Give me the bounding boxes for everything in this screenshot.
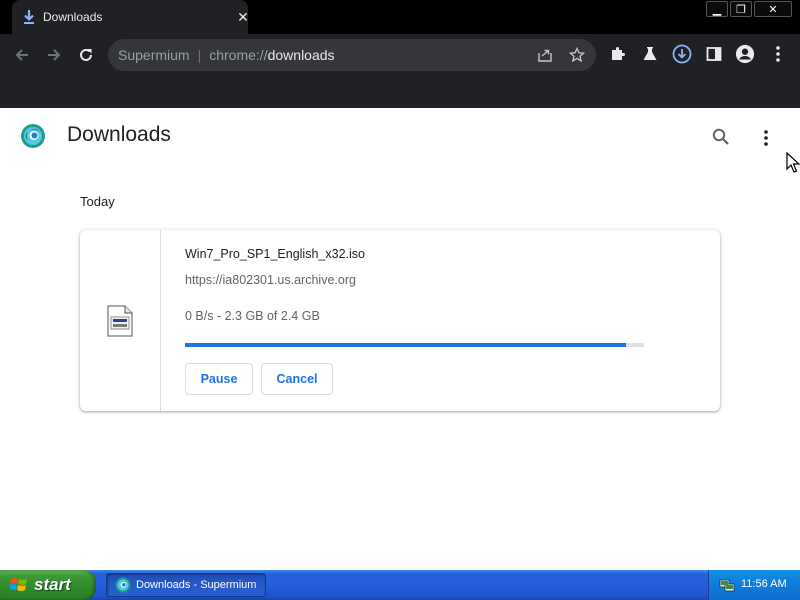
taskbar-clock[interactable]: 11:56 AM xyxy=(741,578,787,590)
taskbar: start Downloads - Supermium 11:56 AM xyxy=(0,570,800,600)
taskbar-item-label: Downloads - Supermium xyxy=(136,579,257,591)
file-source-url[interactable]: https://ia802301.us.archive.org xyxy=(185,273,356,287)
back-button[interactable] xyxy=(9,42,35,68)
bookmark-star-icon[interactable] xyxy=(569,47,585,63)
address-scheme: chrome:// xyxy=(209,47,268,63)
search-icon[interactable] xyxy=(711,127,731,147)
download-status: 0 B/s - 2.3 GB of 2.4 GB xyxy=(185,309,320,323)
file-icon-column xyxy=(80,230,161,411)
tab-close-icon[interactable]: ✕ xyxy=(236,10,250,24)
close-window-button[interactable]: ✕ xyxy=(754,1,792,17)
extensions-icon xyxy=(612,47,625,60)
downloads-icon xyxy=(672,44,692,64)
downloads-page: Downloads Today Win7_Pro_SP1_English_x32… xyxy=(0,108,800,570)
date-heading: Today xyxy=(80,194,115,209)
taskbar-item-supermium[interactable]: Downloads - Supermium xyxy=(106,573,266,597)
iso-file-icon[interactable] xyxy=(107,305,133,337)
downloads-button[interactable] xyxy=(672,44,692,64)
system-tray: 11:56 AM xyxy=(708,570,800,600)
download-progress-fill xyxy=(185,343,626,347)
download-icon xyxy=(24,10,34,24)
labs-button[interactable] xyxy=(640,44,660,64)
tab-downloads[interactable]: Downloads ✕ xyxy=(12,0,250,34)
tab-title: Downloads xyxy=(43,10,103,24)
supermium-logo-icon xyxy=(21,124,45,148)
download-progress-bar xyxy=(185,343,644,347)
share-icon[interactable] xyxy=(537,47,553,63)
address-path: downloads xyxy=(267,47,335,63)
extensions-button[interactable] xyxy=(608,44,628,64)
restore-button[interactable]: ❐ xyxy=(730,1,752,17)
menu-icon xyxy=(776,46,780,62)
pause-button[interactable]: Pause xyxy=(185,363,253,395)
tab-strip: Downloads ✕ ▁ ❐ ✕ xyxy=(0,0,800,34)
profile-icon xyxy=(735,44,755,64)
browser-toolbar: Supermium | chrome://downloads xyxy=(0,34,800,74)
page-title: Downloads xyxy=(67,123,171,146)
back-icon xyxy=(15,49,28,61)
reload-icon xyxy=(80,48,92,61)
more-actions-icon[interactable] xyxy=(758,128,774,148)
mouse-pointer-icon xyxy=(786,152,800,173)
side-panel-icon xyxy=(706,47,722,61)
labs-icon xyxy=(643,47,657,60)
file-name[interactable]: Win7_Pro_SP1_English_x32.iso xyxy=(185,247,365,261)
address-bar[interactable]: Supermium | chrome://downloads xyxy=(108,39,596,71)
start-label: start xyxy=(34,575,71,594)
forward-button[interactable] xyxy=(41,42,67,68)
minimize-button[interactable]: ▁ xyxy=(706,1,728,17)
network-icon[interactable] xyxy=(719,577,735,593)
address-text: Supermium | chrome://downloads xyxy=(118,47,335,63)
address-brand: Supermium xyxy=(118,47,190,63)
browser-menu-button[interactable] xyxy=(768,44,788,64)
reload-button[interactable] xyxy=(73,42,99,68)
forward-icon xyxy=(48,49,61,61)
side-panel-button[interactable] xyxy=(704,44,724,64)
profile-button[interactable] xyxy=(735,44,755,64)
address-separator: | xyxy=(197,47,202,63)
windows-logo-icon xyxy=(10,578,27,591)
download-card: Win7_Pro_SP1_English_x32.iso https://ia8… xyxy=(80,230,720,411)
start-button[interactable]: start xyxy=(0,570,96,600)
cancel-button[interactable]: Cancel xyxy=(261,363,333,395)
bookmark-bar xyxy=(0,74,800,108)
supermium-task-icon xyxy=(115,577,131,593)
